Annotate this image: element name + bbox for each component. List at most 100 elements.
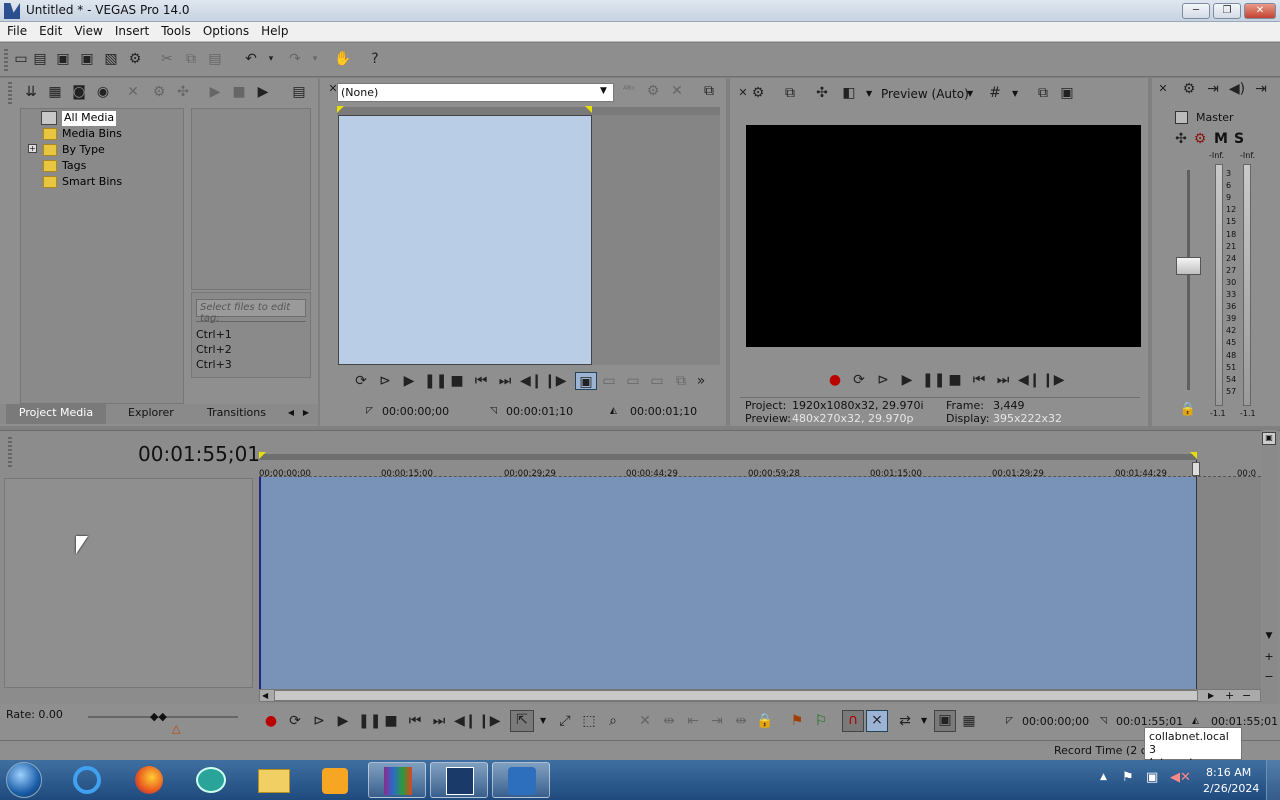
timeline-cursor-time[interactable]: 00:01:55;01: [138, 442, 260, 466]
vscroll-down-icon[interactable]: ▼: [1262, 631, 1276, 644]
split-dropdown-icon[interactable]: ▼: [866, 89, 872, 98]
trim-create-subclip-icon[interactable]: ⧉: [672, 372, 690, 390]
minimize-button[interactable]: ─: [1182, 3, 1210, 19]
menu-help[interactable]: Help: [254, 22, 293, 38]
tab-scroll-left-icon[interactable]: ◀: [285, 404, 297, 424]
master-solo-button[interactable]: S: [1234, 131, 1244, 147]
tree-item-by-type[interactable]: By Type: [62, 143, 105, 158]
spell-check-icon[interactable]: ᴬᴮᶜ: [620, 82, 638, 100]
edit-tool-dropdown-icon[interactable]: ▼: [540, 716, 546, 725]
downmix-icon[interactable]: ⇥: [1204, 80, 1222, 98]
views-icon[interactable]: ▤: [290, 83, 308, 101]
lock-envelopes-icon[interactable]: ▣: [934, 710, 956, 732]
taskbar-vegas-render[interactable]: [492, 762, 550, 798]
trim-loop-icon[interactable]: ⟳: [352, 372, 370, 390]
tab-project-media[interactable]: Project Media: [6, 404, 106, 424]
trim-insert-icon[interactable]: ▭: [600, 372, 618, 390]
select-dropdown-icon[interactable]: ▼: [600, 86, 607, 96]
play-from-start-button-icon[interactable]: ⊳: [310, 712, 328, 730]
trimmer-length-time[interactable]: 00:00:01;10: [630, 405, 697, 418]
auto-crossfade-icon[interactable]: ⨯: [866, 710, 888, 732]
vzoom-out-icon[interactable]: −: [1262, 670, 1276, 683]
vzoom-in-icon[interactable]: +: [1262, 650, 1276, 663]
menu-view[interactable]: View: [67, 22, 107, 38]
rate-slider-handle-icon[interactable]: ◆◆: [150, 710, 167, 723]
trim-go-end-icon[interactable]: ⏭: [496, 372, 514, 390]
normal-edit-tool-icon[interactable]: ⇱: [510, 710, 534, 732]
undo-dropdown-icon[interactable]: ▾: [262, 50, 280, 68]
zoom-tool-icon[interactable]: ⌕: [604, 712, 622, 730]
record-icon[interactable]: ●: [826, 371, 844, 389]
taskbar-vegas-pro[interactable]: [430, 762, 488, 798]
tree-item-smart-bins[interactable]: Smart Bins: [62, 175, 122, 190]
trim-end-icon[interactable]: ⇥: [708, 712, 726, 730]
copy-snapshot-icon[interactable]: ⧉: [1034, 84, 1052, 102]
video-fx-icon[interactable]: ✣: [813, 84, 831, 102]
record-button-icon[interactable]: ●: [262, 712, 280, 730]
overlays-grid-icon[interactable]: #: [986, 84, 1004, 102]
master-mute-button[interactable]: M: [1214, 131, 1228, 147]
master-properties-icon[interactable]: ⚙: [1180, 80, 1198, 98]
marker-tool-icon[interactable]: ▣: [1262, 432, 1276, 445]
loop-end-marker-icon[interactable]: [1190, 452, 1197, 459]
start-button[interactable]: [6, 762, 42, 798]
fader-lock-icon[interactable]: 🔒: [1179, 401, 1197, 419]
preview-stop-icon[interactable]: ■: [230, 83, 248, 101]
master-insert-fx-icon[interactable]: ✣: [1172, 130, 1190, 148]
clock-time[interactable]: 8:16 AM: [1206, 766, 1251, 779]
remove-media-icon[interactable]: ✕: [124, 83, 142, 101]
timeline-grip[interactable]: [8, 437, 12, 467]
menu-edit[interactable]: Edit: [32, 22, 67, 38]
prev-frame-button-icon[interactable]: ◀❙: [454, 712, 477, 730]
stop-button-icon[interactable]: ■: [382, 712, 400, 730]
undo-icon[interactable]: ↶: [242, 50, 260, 68]
save-as-icon[interactable]: ▣: [78, 50, 96, 68]
trim-play-from-start-icon[interactable]: ⊳: [376, 372, 394, 390]
menu-tools[interactable]: Tools: [154, 22, 196, 38]
import-media-icon[interactable]: ⇊: [22, 83, 40, 101]
lock-icon[interactable]: 🔒: [756, 712, 774, 730]
selection-tool-icon[interactable]: ⬚: [580, 712, 598, 730]
loop-region-bar[interactable]: [259, 454, 1197, 460]
preview-play-icon[interactable]: ▶: [206, 83, 224, 101]
trimmer-video-frame[interactable]: [338, 115, 592, 365]
trim-next-frame-icon[interactable]: ❙▶: [544, 372, 567, 390]
master-fader-handle[interactable]: [1176, 257, 1201, 275]
taskbar-media-player[interactable]: [306, 762, 364, 798]
insert-region-icon[interactable]: ⚐: [812, 712, 830, 730]
trim-go-start-icon[interactable]: ⏮: [472, 372, 490, 390]
taskbar-winrar[interactable]: [368, 762, 426, 798]
previous-frame-icon[interactable]: ◀❙: [1018, 371, 1041, 389]
timeline-horizontal-scrollbar[interactable]: ◀ ▶ + −: [259, 689, 1261, 702]
trimmer-out-time[interactable]: 00:00:01;10: [506, 405, 573, 418]
panel-grip[interactable]: [8, 82, 12, 104]
go-end-button-icon[interactable]: ⏭: [430, 712, 448, 730]
media-generators-icon[interactable]: ✣: [174, 83, 192, 101]
master-fader-track[interactable]: [1187, 170, 1190, 390]
trimmer-in-time[interactable]: 00:00:00;00: [382, 405, 449, 418]
loop-button-icon[interactable]: ⟳: [286, 712, 304, 730]
trim-start-icon[interactable]: ⇤: [684, 712, 702, 730]
expand-toggle[interactable]: +: [28, 144, 37, 153]
media-fx-icon[interactable]: ⚙: [150, 83, 168, 101]
quality-dropdown-icon[interactable]: ▼: [967, 89, 973, 98]
taskbar-chat-app[interactable]: [182, 762, 240, 798]
insert-marker-icon[interactable]: ⚑: [788, 712, 806, 730]
show-hidden-icons[interactable]: ▲: [1100, 772, 1107, 782]
open-icon[interactable]: ▤: [31, 50, 49, 68]
go-start-button-icon[interactable]: ⏮: [406, 712, 424, 730]
in-marker-icon[interactable]: [337, 106, 344, 113]
trimmer-remove-icon[interactable]: ✕: [668, 82, 686, 100]
properties-gear-icon[interactable]: ⚙: [126, 50, 144, 68]
out-marker-icon[interactable]: [585, 106, 592, 113]
get-media-web-icon[interactable]: ◉: [94, 83, 112, 101]
tree-item-tags[interactable]: Tags: [62, 159, 86, 174]
loop-start-marker-icon[interactable]: [259, 452, 266, 459]
go-to-start-icon[interactable]: ⏮: [970, 371, 988, 389]
next-frame-icon[interactable]: ❙▶: [1042, 371, 1065, 389]
taskbar-firefox[interactable]: [120, 762, 178, 798]
video-preview-screen[interactable]: [746, 125, 1141, 347]
enable-snapping-icon[interactable]: ✋: [334, 50, 352, 68]
volume-muted-icon[interactable]: ◀✕: [1170, 770, 1191, 785]
hscroll-right-icon[interactable]: ▶: [1208, 691, 1214, 700]
